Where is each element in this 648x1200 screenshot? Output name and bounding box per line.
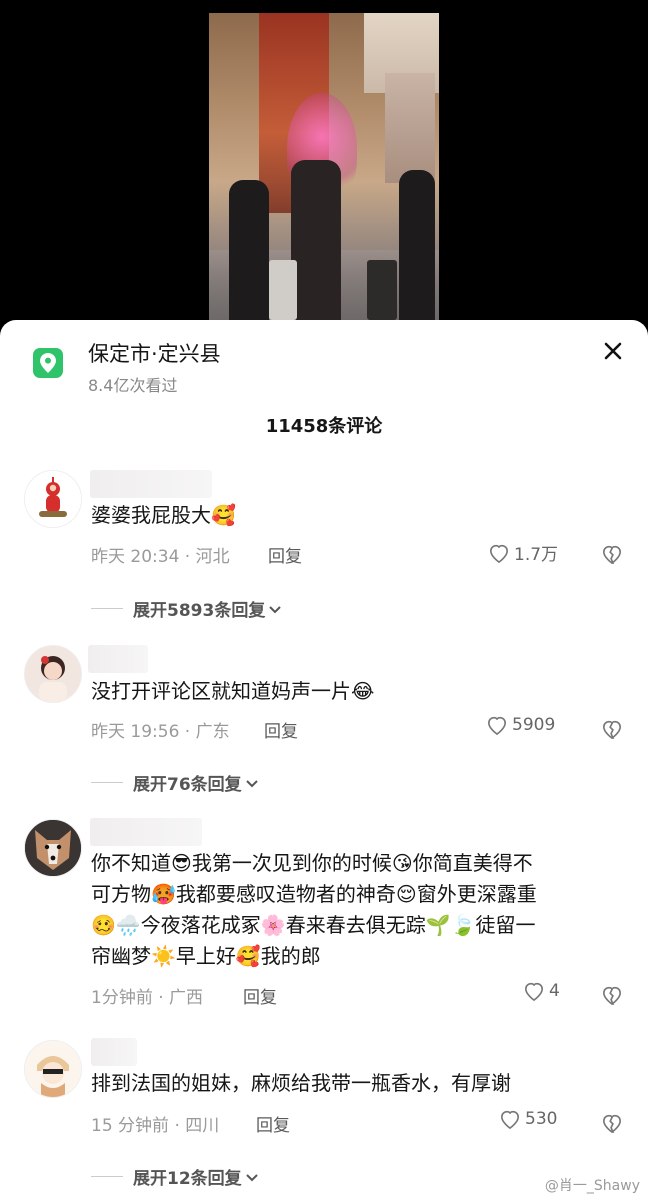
like-button[interactable]: 1.7万 — [488, 540, 558, 565]
chevron-down-icon — [245, 1173, 258, 1181]
like-count: 1.7万 — [514, 545, 559, 565]
comment-text: 婆婆我屁股大🥰 — [91, 503, 236, 527]
broken-heart-icon[interactable] — [601, 985, 623, 1009]
reply-button[interactable]: 回复 — [264, 717, 298, 742]
like-count: 530 — [525, 1109, 558, 1129]
avatar[interactable] — [24, 819, 82, 877]
expand-replies-button[interactable]: 展开76条回复 — [91, 770, 260, 795]
comment-meta: 1分钟前 · 广西 — [91, 988, 204, 1008]
username-redacted[interactable] — [90, 470, 212, 498]
username-redacted[interactable] — [88, 645, 148, 673]
like-count: 5909 — [512, 715, 556, 735]
username-redacted[interactable] — [91, 1038, 137, 1066]
broken-heart-icon[interactable] — [601, 544, 623, 568]
location-pin-icon[interactable] — [33, 348, 63, 378]
watermark: @肖一_Shawy — [544, 1178, 640, 1194]
comment-text: 你不知道😎我第一次见到你的时候😘你简直美得不 可方物🥵我都要感叹造物者的神奇😌窗… — [91, 851, 537, 968]
like-count: 4 — [549, 981, 560, 1001]
reply-button[interactable]: 回复 — [268, 542, 302, 567]
broken-heart-icon[interactable] — [601, 719, 623, 743]
reply-button[interactable]: 回复 — [243, 983, 277, 1008]
chevron-down-icon — [245, 779, 258, 787]
heart-icon — [524, 982, 544, 1001]
comment-text: 排到法国的姐妹，麻烦给我带一瓶香水，有厚谢 — [91, 1071, 511, 1095]
location-views: 8.4亿次看过 — [88, 376, 178, 395]
like-button[interactable]: 530 — [499, 1109, 557, 1129]
video-frame[interactable] — [209, 13, 439, 320]
video-player[interactable] — [0, 0, 648, 340]
reply-button[interactable]: 回复 — [256, 1111, 290, 1136]
avatar[interactable] — [24, 470, 82, 528]
expand-replies-button[interactable]: 展开5893条回复 — [91, 596, 283, 621]
avatar[interactable] — [24, 645, 82, 703]
heart-icon — [489, 544, 509, 563]
close-icon[interactable] — [598, 336, 628, 366]
like-button[interactable]: 5909 — [486, 715, 555, 735]
broken-heart-icon[interactable] — [601, 1113, 623, 1137]
comments-count: 11458条评论 — [265, 416, 383, 437]
username-redacted[interactable] — [90, 818, 202, 846]
location-title[interactable]: 保定市·定兴县 — [88, 338, 221, 368]
comment-text: 没打开评论区就知道妈声一片😂 — [91, 679, 375, 703]
avatar[interactable] — [24, 1040, 82, 1098]
comment-meta: 15 分钟前 · 四川 — [91, 1116, 220, 1136]
like-button[interactable]: 4 — [523, 981, 560, 1001]
comment-meta: 昨天 20:34 · 河北 — [91, 547, 230, 567]
expand-replies-button[interactable]: 展开12条回复 — [91, 1164, 260, 1189]
heart-icon — [500, 1110, 520, 1129]
heart-icon — [487, 716, 507, 735]
comment-meta: 昨天 19:56 · 广东 — [91, 722, 230, 742]
chevron-down-icon — [269, 605, 282, 613]
